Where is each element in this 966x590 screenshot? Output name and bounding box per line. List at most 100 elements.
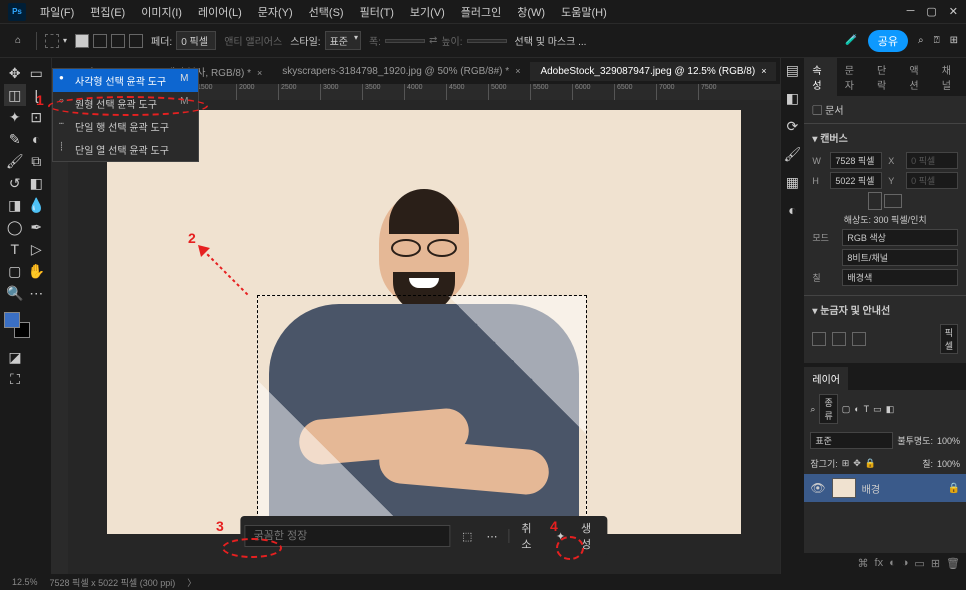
filter-smart-icon[interactable]: ◧ [886,404,895,415]
spot-heal-tool[interactable]: ◐ [26,128,48,150]
filter-shape-icon[interactable]: ▭ [873,404,882,415]
canvas-section-title[interactable]: ▾ 캔버스 [812,130,958,149]
blend-mode[interactable]: 표준 [810,432,893,449]
unit-select[interactable]: 픽셀 [940,324,958,354]
filter-img-icon[interactable]: ▢ [842,404,851,415]
more-options-icon[interactable]: ⋯ [484,527,501,545]
opacity-value[interactable]: 100% [937,436,960,446]
new-layer-icon[interactable]: ⊞ [931,557,940,570]
orient-portrait-icon[interactable] [868,192,882,210]
eraser-tool[interactable]: ◧ [26,172,48,194]
adjustment-layer-icon[interactable]: ◑ [902,557,909,570]
screenmode-tool[interactable]: ⛶ [4,368,26,390]
dodge-tool[interactable]: ◯ [4,216,26,238]
layer-mask-icon[interactable]: ◐ [889,557,896,570]
menu-plugins[interactable]: 플러그인 [455,2,507,22]
delete-layer-icon[interactable]: 🗑 [946,557,960,570]
flyout-single-col-marquee[interactable]: ┊단일 열 선택 윤곽 도구 [53,138,198,161]
tab-channels[interactable]: 채널 [934,58,966,96]
rectangle-tool[interactable]: ▢ [4,260,26,282]
flyout-single-row-marquee[interactable]: ┄단일 행 선택 윤곽 도구 [53,115,198,138]
filter-type-icon[interactable]: T [864,404,870,414]
filter-adj-icon[interactable]: ◐ [854,404,859,414]
menu-image[interactable]: 이미지(I) [135,2,188,22]
cancel-button[interactable]: 취소 [517,520,544,552]
marquee-tool-icon[interactable] [45,34,59,48]
menu-window[interactable]: 창(W) [511,2,551,22]
sel-new-icon[interactable] [75,34,89,48]
canvas-height[interactable]: 5022 픽셀 [830,172,882,189]
lock-pixels-icon[interactable]: 🔒 [865,458,876,469]
more-tools[interactable]: ⋯ [26,282,48,304]
color-swatches[interactable] [4,312,30,338]
layer-filter[interactable]: 종류 [819,394,837,424]
foreground-color[interactable] [4,312,20,328]
image-icon[interactable]: ⬚ [459,527,476,545]
share-button[interactable]: 공유 [868,30,908,52]
move-tool[interactable]: ✥ [4,62,26,84]
tab-layers[interactable]: 레이어 [804,367,848,390]
pen-tool[interactable]: ✒ [26,216,48,238]
sel-intersect-icon[interactable] [129,34,143,48]
workspace-icon[interactable]: ⊞ [950,35,958,46]
color-mode-select[interactable]: RGB 색상 [842,229,958,246]
orient-landscape-icon[interactable] [884,194,902,208]
menu-view[interactable]: 보기(V) [404,2,451,22]
eyedropper-tool[interactable]: ✎ [4,128,26,150]
lock-all-icon[interactable]: ⊞ [842,458,850,469]
visibility-icon[interactable]: 👁 [810,481,825,495]
chevron-down-icon[interactable]: ▾ [63,36,67,45]
clone-tool[interactable]: ⧉ [26,150,48,172]
menu-filter[interactable]: 필터(T) [354,2,400,22]
viewport[interactable]: 1 2 ⬚ ⋯ 취소 ✦ 생성 3 4 [68,100,780,574]
rail-libraries[interactable]: ▦ [783,174,801,192]
menu-layer[interactable]: 레이어(L) [192,2,248,22]
crop-tool[interactable]: ⊡ [26,106,48,128]
type-tool[interactable]: T [4,238,26,260]
blur-tool[interactable]: 💧 [26,194,48,216]
menu-help[interactable]: 도움말(H) [555,2,613,22]
lock-pos-icon[interactable]: ✥ [853,458,861,469]
brush-tool[interactable]: 🖌 [4,150,26,172]
rail-history[interactable]: ⟳ [783,118,801,136]
tab-character[interactable]: 문자 [837,58,869,96]
home-button[interactable]: ⌂ [8,31,28,51]
flyout-rectangle-marquee[interactable]: ●사각형 선택 윤곽 도구M [53,69,198,92]
sel-add-icon[interactable] [93,34,107,48]
link-layers-icon[interactable]: ⌘ [858,557,869,570]
beaker-icon[interactable]: 🧪 [845,35,857,46]
layer-background[interactable]: 👁 배경 🔒 [804,474,966,502]
rulers-section-title[interactable]: ▾ 눈금자 및 안내선 [812,302,958,321]
window-maximize[interactable]: ▢ [926,5,936,18]
rail-adjustments[interactable]: ◐ [783,202,801,220]
group-icon[interactable]: ▭ [914,557,924,570]
layer-fx-icon[interactable]: fx [875,557,884,570]
artboard-tool[interactable]: ▭ [26,62,48,84]
marquee-tool[interactable]: ◫ [4,84,26,106]
fill-opacity[interactable]: 100% [937,459,960,469]
window-close[interactable]: ✕ [949,5,958,18]
help-icon[interactable]: ⍰ [934,35,940,46]
gradient-tool[interactable]: ◨ [4,194,26,216]
tab-doc-3[interactable]: AdobeStock_329087947.jpeg @ 12.5% (RGB/8… [530,62,776,81]
search-icon[interactable]: ⌕ [918,35,924,46]
rail-brush[interactable]: 🖌 [783,146,801,164]
zoom-tool[interactable]: 🔍 [4,282,26,304]
ruler-icon[interactable] [812,332,826,346]
quickmask-tool[interactable]: ◪ [4,346,26,368]
layer-name[interactable]: 배경 [862,481,880,496]
tab-paragraph[interactable]: 단락 [869,58,901,96]
tab-properties[interactable]: 속성 [804,58,836,96]
grid-icon[interactable] [832,332,846,346]
menu-file[interactable]: 파일(F) [34,2,80,22]
canvas-width[interactable]: 7528 픽셀 [830,152,882,169]
rail-color[interactable]: ▤ [783,62,801,80]
window-minimize[interactable]: ─ [907,5,915,18]
select-mask-button[interactable]: 선택 및 마스크 ... [515,33,587,48]
zoom-level[interactable]: 12.5% [12,577,38,587]
magic-wand-tool[interactable]: ✦ [4,106,26,128]
guide-icon[interactable] [852,332,866,346]
history-brush-tool[interactable]: ↺ [4,172,26,194]
tab-doc-2[interactable]: skyscrapers-3184798_1920.jpg @ 50% (RGB/… [272,62,530,81]
menu-edit[interactable]: 편집(E) [84,2,131,22]
